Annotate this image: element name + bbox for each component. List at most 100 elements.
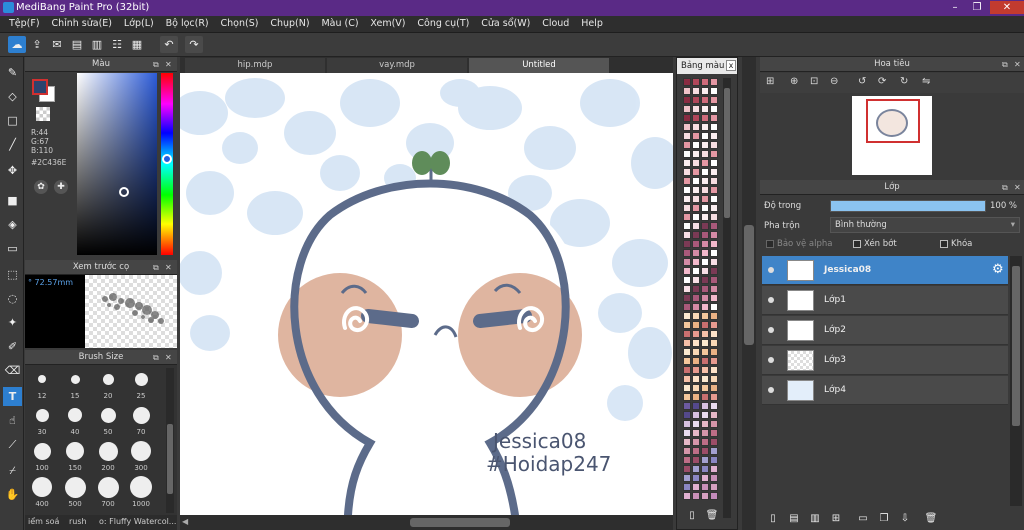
palette-swatch[interactable] <box>701 456 709 464</box>
palette-swatch[interactable] <box>710 294 718 302</box>
palette-swatch[interactable] <box>710 330 718 338</box>
select-icon[interactable]: ⬚ <box>3 265 22 284</box>
palette-swatch[interactable] <box>701 177 709 185</box>
palette-swatch[interactable] <box>701 375 709 383</box>
palette-swatch[interactable] <box>710 456 718 464</box>
gear-icon[interactable]: ⚙ <box>992 262 1004 277</box>
palette-swatch[interactable] <box>683 483 691 491</box>
palette-swatch[interactable] <box>692 294 700 302</box>
undock-icon[interactable]: ⧉ <box>1002 57 1008 72</box>
brush-size-option[interactable]: 30 <box>27 404 57 436</box>
palette-swatch[interactable] <box>692 123 700 131</box>
palette-swatch[interactable] <box>701 465 709 473</box>
palette-swatch[interactable] <box>692 420 700 428</box>
menu-file[interactable]: Tệp(F) <box>9 18 40 29</box>
status-item-brush[interactable]: rush <box>69 517 87 526</box>
add-layer-dropdown-icon[interactable]: ⊞ <box>829 512 843 526</box>
palette-swatch[interactable] <box>683 87 691 95</box>
palette-swatch[interactable] <box>710 258 718 266</box>
palette-swatch[interactable] <box>701 168 709 176</box>
palette-swatch[interactable] <box>692 258 700 266</box>
palette-swatch[interactable] <box>692 474 700 482</box>
palette-swatch[interactable] <box>701 393 709 401</box>
palette-swatch[interactable] <box>701 402 709 410</box>
brush-size-option[interactable]: 15 <box>60 368 90 400</box>
menu-tools[interactable]: Công cụ(T) <box>417 18 469 29</box>
undock-icon[interactable]: ⧉ <box>153 57 159 72</box>
palette-swatch[interactable] <box>692 222 700 230</box>
transparent-swatch[interactable] <box>36 107 50 121</box>
palette-swatch[interactable] <box>710 465 718 473</box>
palette-swatch[interactable] <box>710 285 718 293</box>
palette-swatch[interactable] <box>701 474 709 482</box>
palette-swatch[interactable] <box>692 393 700 401</box>
new-halftone-layer-icon[interactable]: ▤ <box>787 512 801 526</box>
flip-icon[interactable]: ⇋ <box>922 76 930 87</box>
brush-size-option[interactable]: 12 <box>27 368 57 400</box>
palette-swatch[interactable] <box>701 330 709 338</box>
palette-swatch[interactable] <box>683 402 691 410</box>
menu-filter[interactable]: Bộ lọc(R) <box>166 18 209 29</box>
palette-swatch[interactable] <box>701 231 709 239</box>
palette-swatch[interactable] <box>692 96 700 104</box>
brush-size-option[interactable]: 70 <box>126 404 156 436</box>
palette-swatch[interactable] <box>692 150 700 158</box>
merge-down-icon[interactable]: ⇩ <box>898 512 912 526</box>
palette-swatch[interactable] <box>683 213 691 221</box>
palette-swatch[interactable] <box>701 384 709 392</box>
palette-swatch[interactable] <box>683 357 691 365</box>
hand-icon[interactable]: ✋ <box>3 485 22 504</box>
brush-size-option[interactable]: 300 <box>126 440 156 472</box>
select-pen-icon[interactable]: ✐ <box>3 337 22 356</box>
palette-swatch[interactable] <box>683 276 691 284</box>
folder-icon[interactable]: ▭ <box>856 512 870 526</box>
palette-swatch[interactable] <box>683 312 691 320</box>
zoom-actual-icon[interactable]: ⊡ <box>810 76 818 87</box>
palette-swatch[interactable] <box>683 285 691 293</box>
palette-swatch[interactable] <box>701 222 709 230</box>
palette-swatch[interactable] <box>710 357 718 365</box>
palette-swatch[interactable] <box>692 330 700 338</box>
palette-swatch[interactable] <box>683 294 691 302</box>
palette-swatch[interactable] <box>701 186 709 194</box>
eye-icon[interactable] <box>768 267 774 273</box>
palette-swatch[interactable] <box>692 168 700 176</box>
select-eraser-icon[interactable]: ⌫ <box>3 361 22 380</box>
palette-swatch[interactable] <box>701 339 709 347</box>
menu-layer[interactable]: Lớp(L) <box>124 18 154 29</box>
palette-swatch[interactable] <box>701 87 709 95</box>
palette-swatch[interactable] <box>710 438 718 446</box>
brush-size-option[interactable]: 700 <box>93 476 123 508</box>
palette-swatch[interactable] <box>701 105 709 113</box>
palette-swatch[interactable] <box>701 294 709 302</box>
lock-checkbox[interactable]: Khóa <box>940 239 972 249</box>
palette-swatch[interactable] <box>701 249 709 257</box>
palette-swatch[interactable] <box>692 438 700 446</box>
cloud-icon[interactable]: ☁ <box>8 36 26 53</box>
palette-swatch[interactable] <box>683 438 691 446</box>
menu-window[interactable]: Cửa sổ(W) <box>481 18 530 29</box>
palette-swatch[interactable] <box>683 150 691 158</box>
scroll-thumb[interactable] <box>410 518 510 527</box>
fill-rect-icon[interactable]: ■ <box>3 191 22 210</box>
palette-swatch[interactable] <box>692 78 700 86</box>
palette-swatch[interactable] <box>701 78 709 86</box>
palette-swatch[interactable] <box>683 204 691 212</box>
palette-swatch[interactable] <box>701 348 709 356</box>
palette-swatch[interactable] <box>701 195 709 203</box>
palette-swatch[interactable] <box>692 357 700 365</box>
palette-swatch[interactable] <box>701 285 709 293</box>
status-item-control[interactable]: iểm soá <box>28 517 59 526</box>
palette-swatch[interactable] <box>692 141 700 149</box>
palette-swatch[interactable] <box>692 195 700 203</box>
brush-size-option[interactable]: 400 <box>27 476 57 508</box>
close-button[interactable]: ✕ <box>990 1 1024 14</box>
palette-swatch[interactable] <box>701 438 709 446</box>
eye-icon[interactable] <box>768 297 774 303</box>
palette-swatch[interactable] <box>683 168 691 176</box>
palette-swatch[interactable] <box>701 213 709 221</box>
document-icon[interactable]: ▥ <box>88 36 106 53</box>
palette-swatch[interactable] <box>692 249 700 257</box>
palette-swatch[interactable] <box>692 240 700 248</box>
palette-swatch[interactable] <box>692 483 700 491</box>
